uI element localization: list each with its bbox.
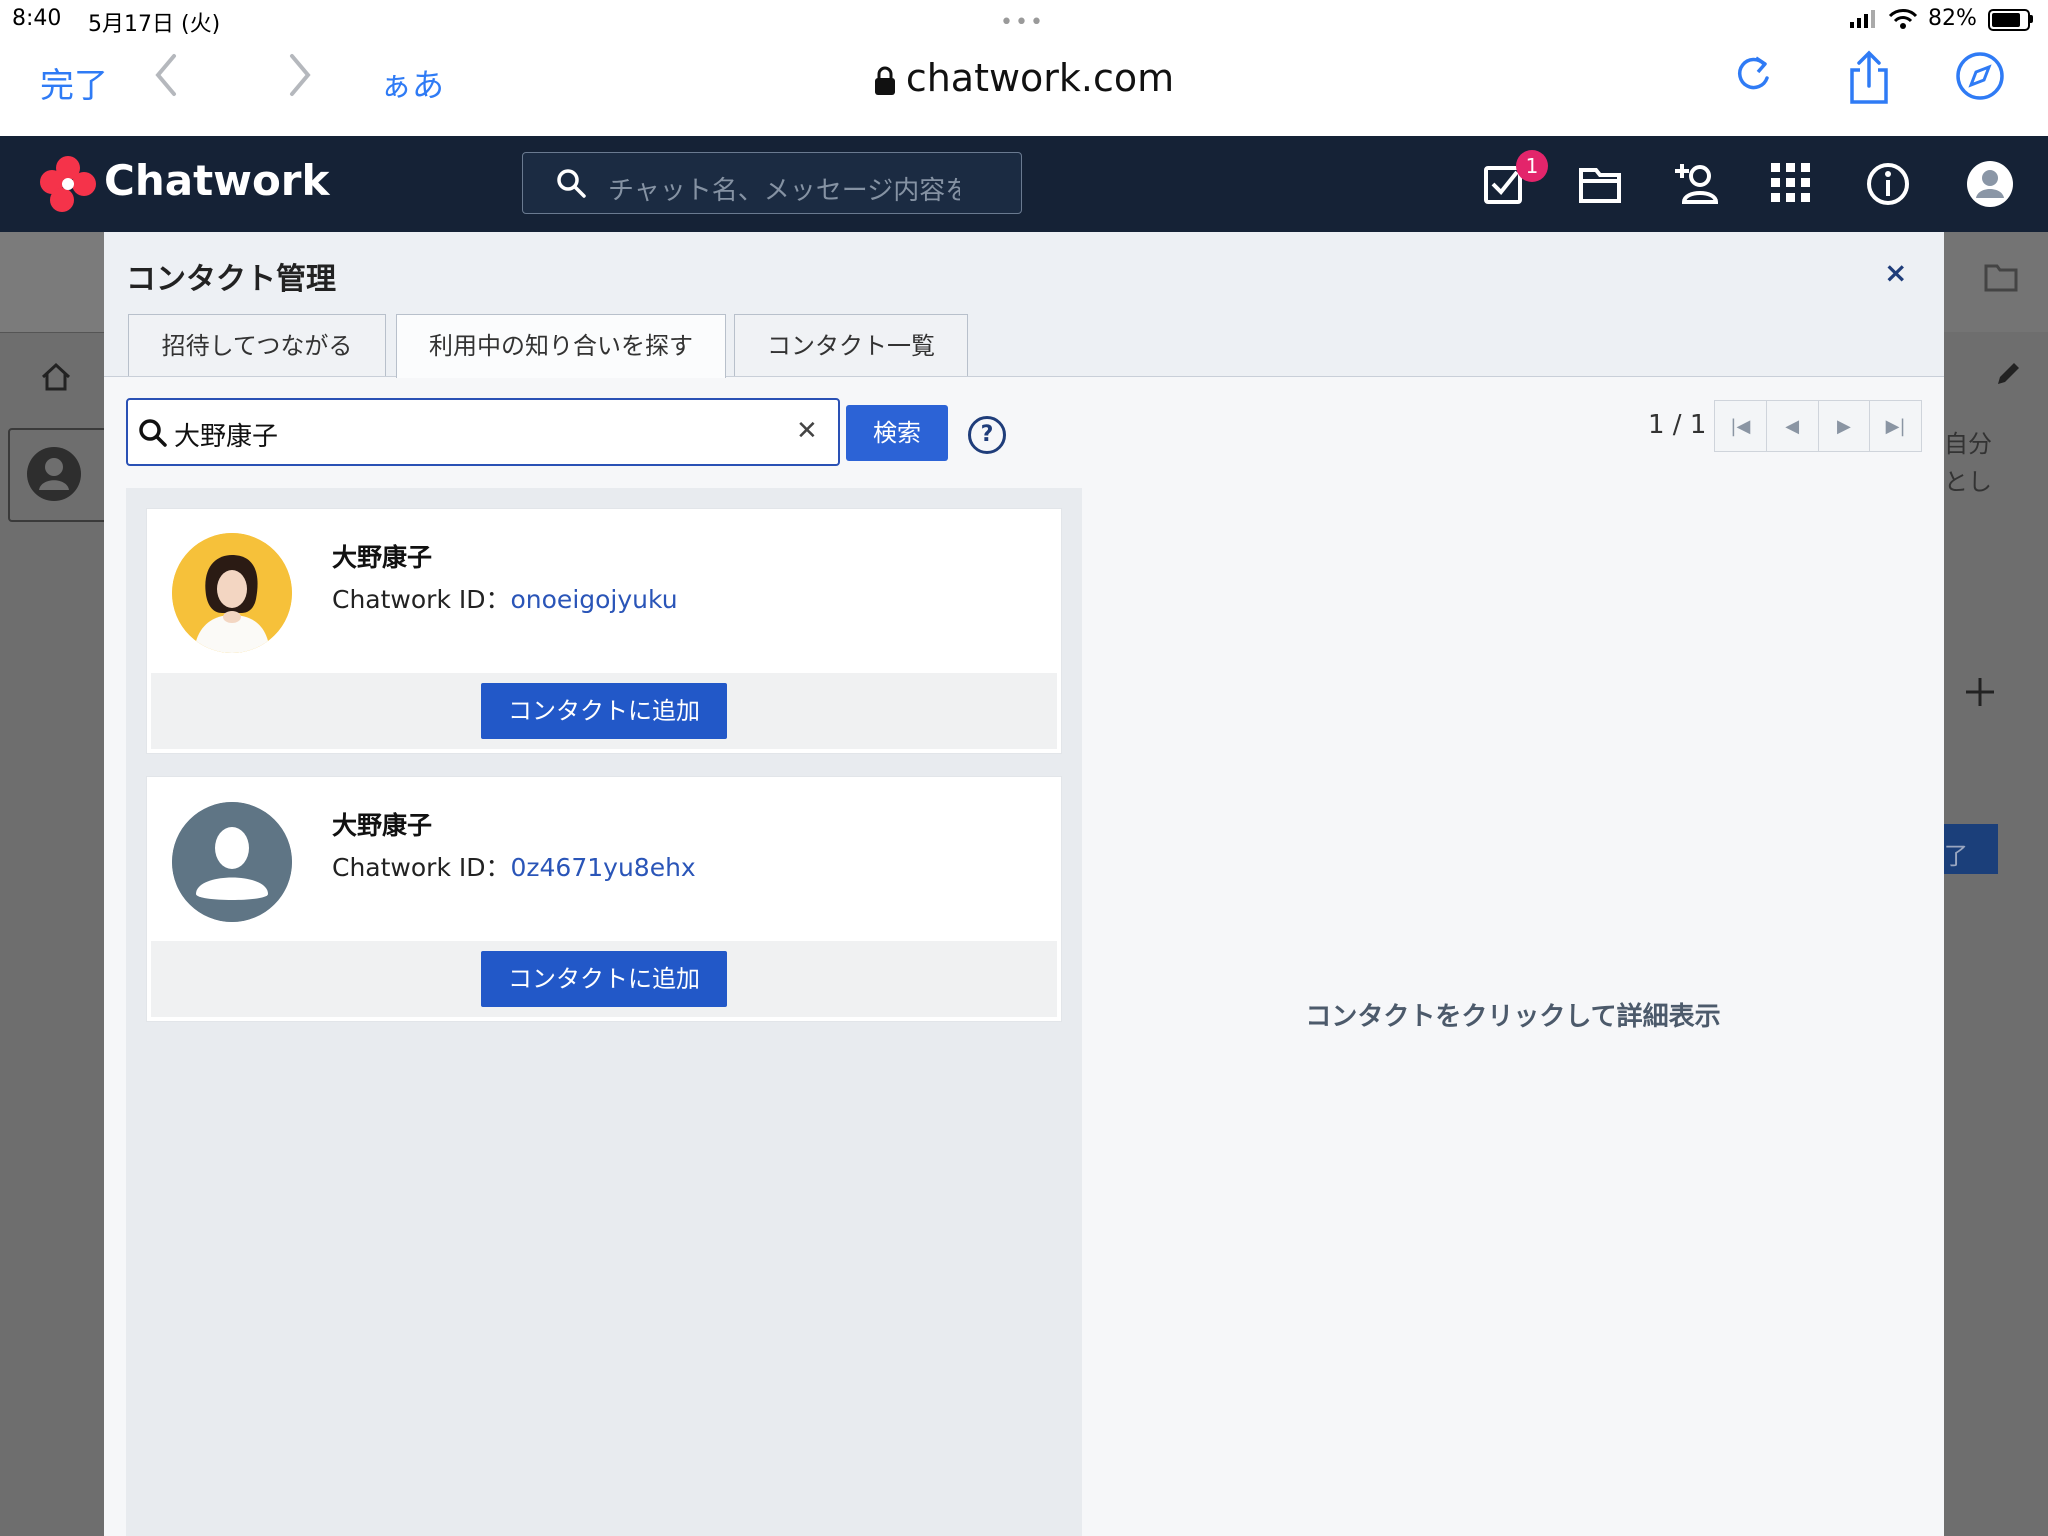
search-icon — [139, 419, 167, 447]
folder-icon[interactable] — [1578, 164, 1622, 204]
bg-edit-icon — [1998, 363, 2019, 384]
bg-folder-icon — [1984, 264, 2018, 292]
share-icon[interactable] — [1844, 50, 1894, 108]
reload-icon[interactable] — [1728, 50, 1778, 100]
search-icon — [557, 169, 586, 198]
contact-id-label: Chatwork ID： — [332, 585, 511, 614]
contact-id-line: Chatwork ID：0z4671yu8ehx — [332, 848, 696, 884]
add-contact-icon[interactable] — [1674, 160, 1718, 206]
contact-avatar — [172, 533, 292, 653]
clear-search-icon[interactable]: ✕ — [796, 416, 818, 446]
lock-icon — [874, 66, 895, 95]
user-avatar-icon[interactable] — [1966, 160, 2014, 208]
compass-icon[interactable] — [1954, 50, 2006, 102]
last-page-icon[interactable]: ▶| — [1870, 401, 1921, 451]
tab-contact-list[interactable]: コンタクト一覧 — [734, 314, 968, 376]
help-icon[interactable]: ? — [968, 416, 1006, 454]
battery-icon — [1988, 9, 2030, 31]
contact-avatar — [172, 802, 292, 922]
chat-search-placeholder: チャット名、メッセージ内容を — [608, 176, 960, 206]
apps-grid-icon[interactable] — [1770, 162, 1812, 204]
task-count-badge: 1 — [1516, 150, 1548, 182]
page-indicator: 1 / 1 — [1648, 410, 1707, 440]
prev-page-icon[interactable]: ◀ — [1767, 401, 1819, 451]
detail-placeholder-text: コンタクトをクリックして詳細表示 — [1305, 1002, 1721, 1032]
status-bar: 8:40 5月17日 (火) ••• 82% — [0, 0, 2048, 40]
close-icon[interactable]: × — [1884, 256, 1907, 289]
default-avatar-icon — [172, 802, 292, 922]
dialog-title: コンタクト管理 — [126, 262, 336, 297]
contact-id-line: Chatwork ID：onoeigojyuku — [332, 580, 678, 616]
person-photo-icon — [172, 533, 292, 653]
tab-find-users[interactable]: 利用中の知り合いを探す — [396, 314, 726, 378]
bg-avatar-icon — [27, 447, 81, 501]
bg-plus-icon — [1966, 678, 1994, 706]
home-icon — [41, 362, 71, 391]
search-value: 大野康子 — [174, 422, 279, 452]
contact-id-label: Chatwork ID： — [332, 853, 511, 882]
contact-id[interactable]: onoeigojyuku — [511, 585, 678, 614]
next-page-icon[interactable]: ▶ — [1819, 401, 1871, 451]
contact-id[interactable]: 0z4671yu8ehx — [511, 853, 696, 882]
tab-invite[interactable]: 招待してつながる — [128, 314, 386, 376]
search-button[interactable]: 検索 — [846, 405, 948, 461]
contact-name[interactable]: 大野康子 — [332, 538, 432, 574]
status-date: 5月17日 (火) — [88, 12, 221, 37]
url-text: chatwork.com — [905, 56, 1175, 100]
add-contact-button[interactable]: コンタクトに追加 — [481, 951, 727, 1007]
first-page-icon[interactable]: |◀ — [1715, 401, 1767, 451]
chatwork-logo-icon[interactable] — [38, 154, 98, 214]
add-contact-button[interactable]: コンタクトに追加 — [481, 683, 727, 739]
status-time: 8:40 — [12, 6, 62, 31]
info-icon[interactable] — [1866, 162, 1910, 206]
multitask-dots[interactable]: ••• — [1000, 10, 1045, 35]
contact-name[interactable]: 大野康子 — [332, 806, 432, 842]
pagination: |◀ ◀ ▶ ▶| — [1714, 400, 1922, 452]
battery-percent: 82% — [1928, 6, 1977, 31]
chatwork-logo[interactable]: Chatwork — [104, 156, 329, 205]
wifi-icon — [1888, 9, 1918, 29]
cellular-signal-icon — [1850, 10, 1875, 28]
